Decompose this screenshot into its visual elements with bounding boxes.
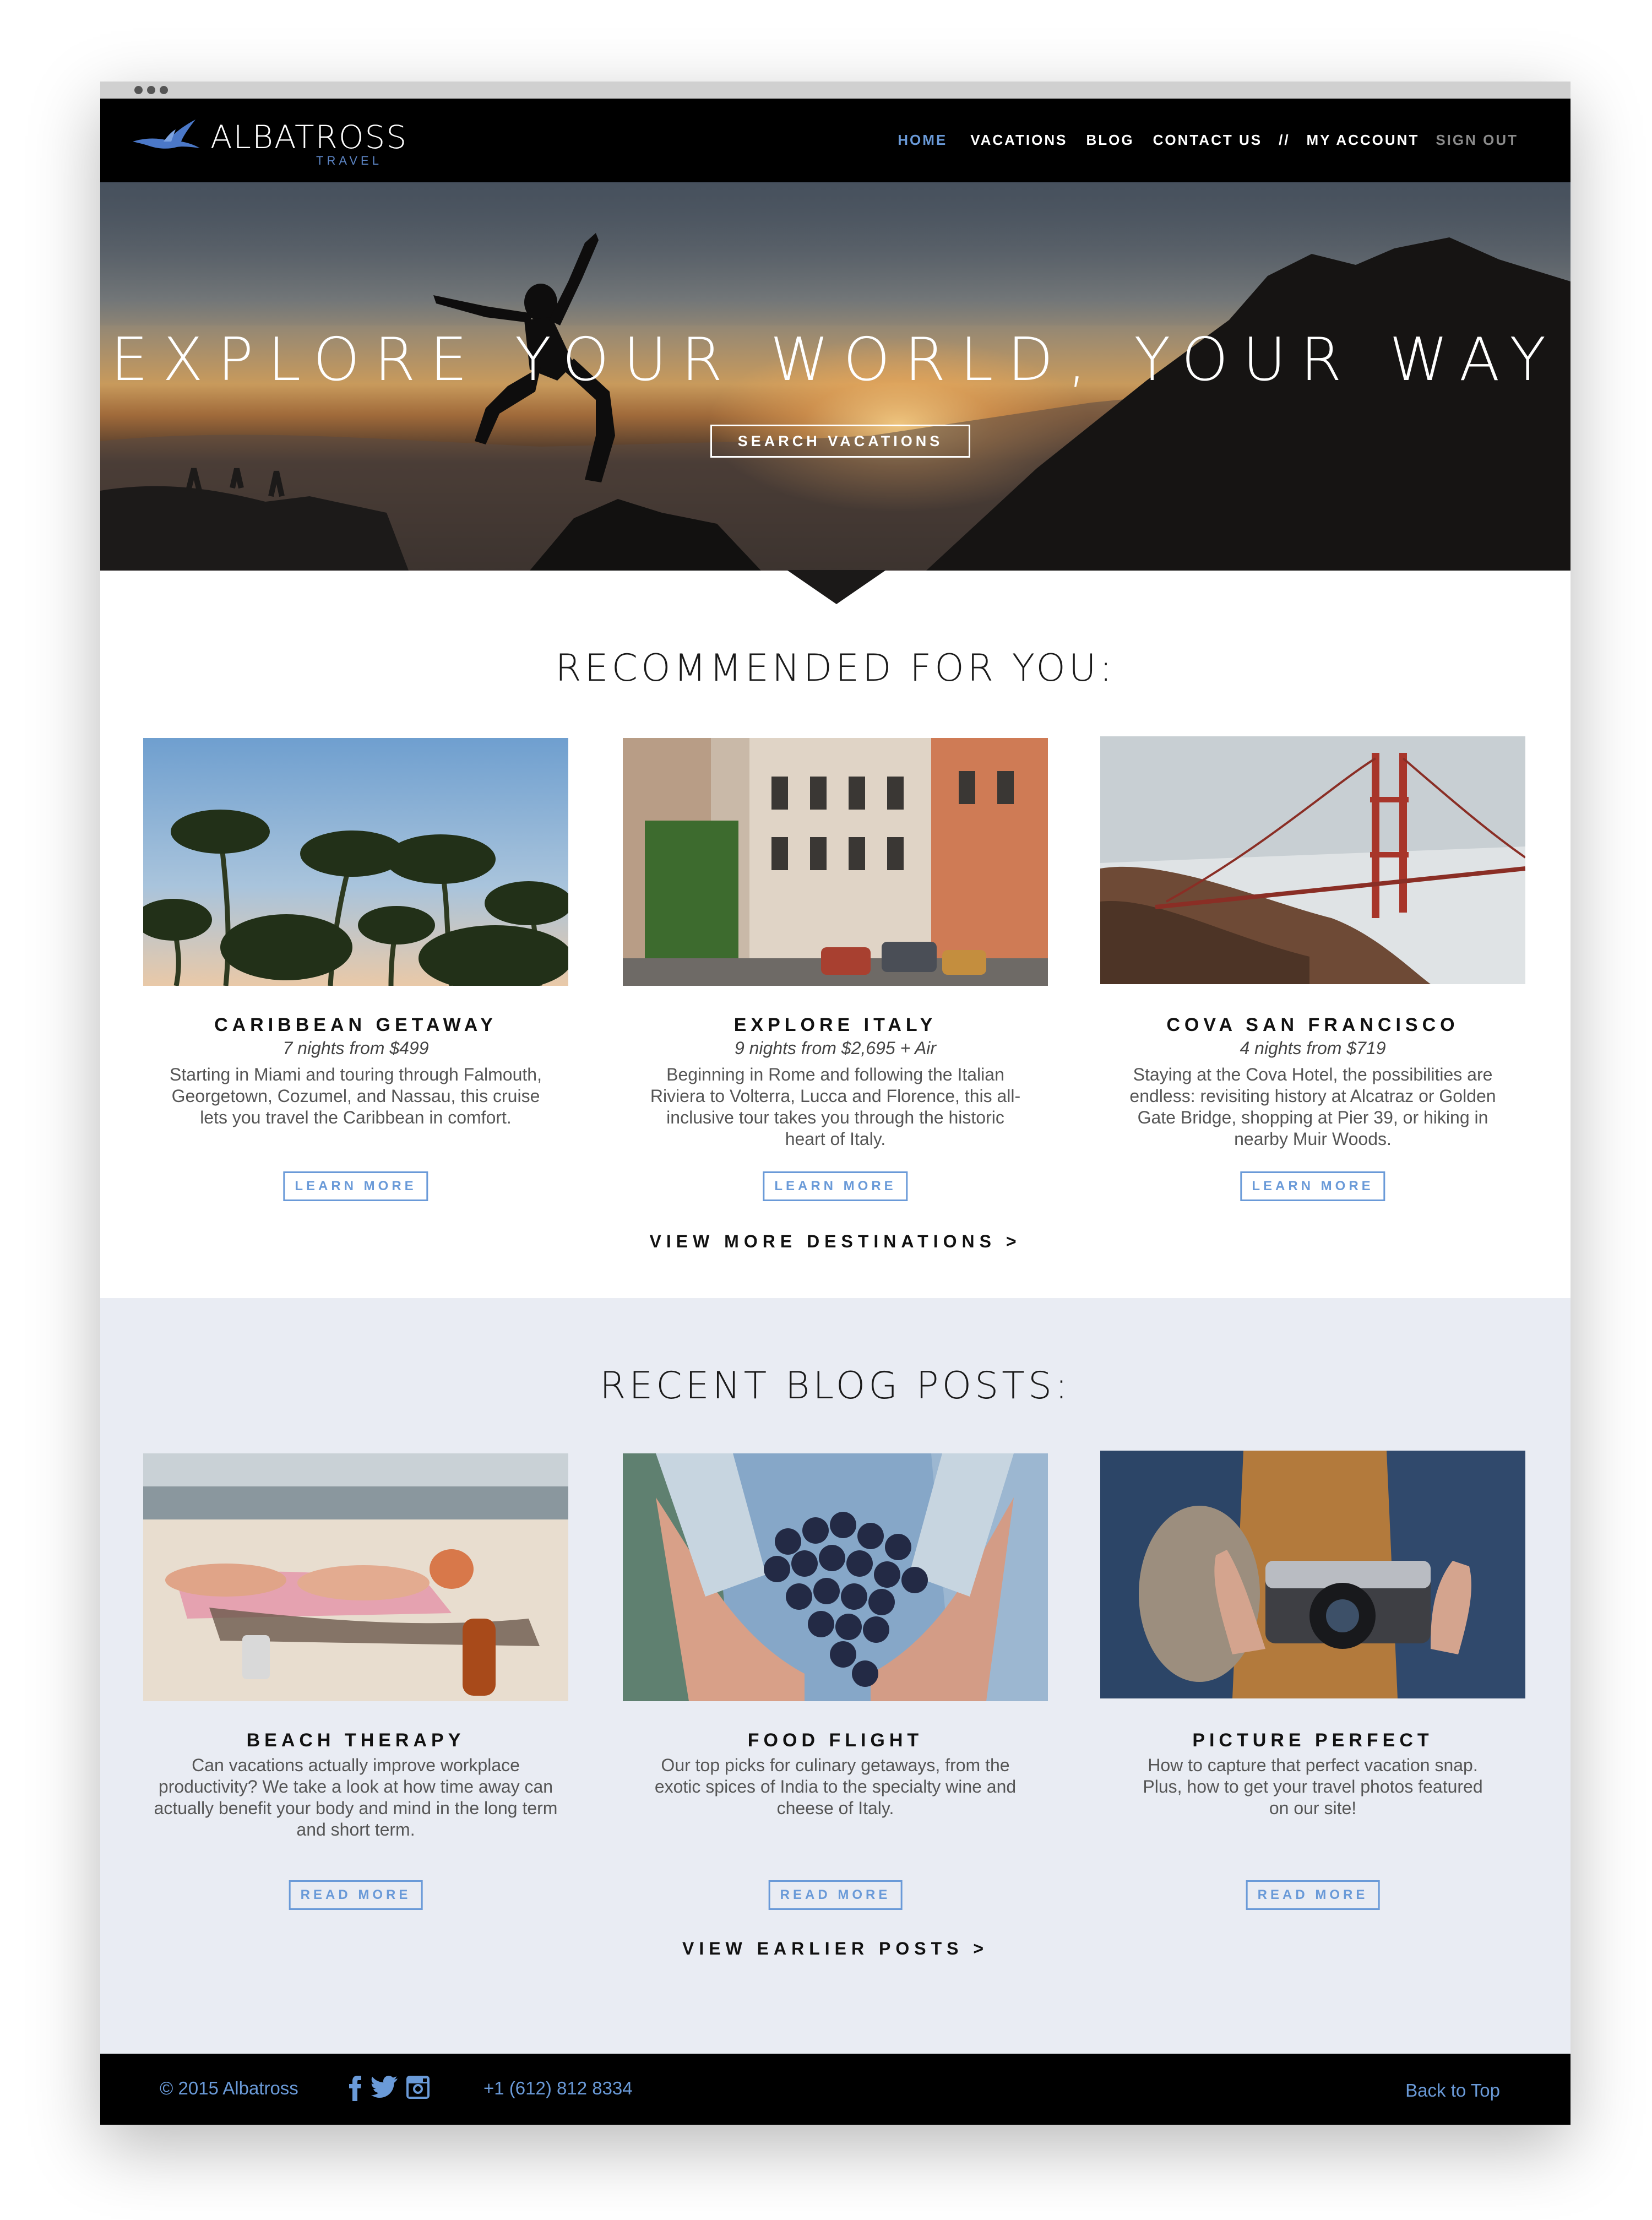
card-title: CARIBBEAN GETAWAY [214,1014,497,1035]
window-dot-icon[interactable] [160,86,168,94]
blog-post-excerpt: How to capture that perfect vacation sna… [1143,1755,1483,1818]
nav-home[interactable]: HOME [898,132,947,149]
blog-card-beach-therapy: BEACH THERAPY Can vacations actually imp… [143,1453,568,1910]
destination-card-italy: EXPLORE ITALY 9 nights from $2,695 + Air… [623,738,1048,1201]
nav-blog[interactable]: BLOG [1086,132,1134,149]
copyright-text: © 2015 Albatross [160,2078,298,2098]
blog-post-excerpt: Can vacations actually improve workplace… [154,1755,558,1839]
blog-post-title: PICTURE PERFECT [1192,1730,1433,1751]
nav-sign-out[interactable]: SIGN OUT [1436,132,1518,149]
card-title: COVA SAN FRANCISCO [1166,1014,1459,1035]
blog-card-food-flight: FOOD FLIGHT Our top picks for culinary g… [623,1453,1048,1910]
search-vacations-button[interactable]: SEARCH VACATIONS [710,425,970,458]
view-more-destinations-link[interactable]: VIEW MORE DESTINATIONS > [100,1231,1571,1252]
albatross-bird-icon[interactable] [131,113,202,165]
window-dot-icon[interactable] [147,86,155,94]
site-footer: © 2015 Albatross +1 (612) 812 8334 Back … [100,2054,1571,2125]
hero-banner: EXPLORE YOUR WORLD, YOUR WAY SEARCH VACA… [100,182,1571,571]
web-page: ALBATROSS TRAVEL HOME VACATIONS BLOG CON… [100,99,1571,2125]
camera-hands-image[interactable] [1100,1451,1525,1698]
nav-vacations[interactable]: VACATIONS [970,132,1067,149]
nav-separator: // [1279,132,1290,148]
card-price: 7 nights from $499 [282,1038,429,1058]
grapes-image[interactable] [623,1453,1048,1701]
instagram-icon[interactable] [406,2076,430,2104]
main-nav: HOME VACATIONS BLOG CONTACT US // MY ACC… [874,132,1518,149]
read-more-button[interactable]: READ MORE [768,1880,903,1910]
card-title: EXPLORE ITALY [733,1014,937,1035]
brand-name[interactable]: ALBATROSS [210,118,407,156]
blog-post-excerpt: Our top picks for culinary getaways, fro… [654,1755,1017,1818]
window-dot-icon[interactable] [134,86,143,94]
blog-post-title: BEACH THERAPY [246,1730,465,1751]
phone-number[interactable]: +1 (612) 812 8334 [483,2078,633,2099]
social-links [349,2076,430,2104]
destination-card-caribbean: CARIBBEAN GETAWAY 7 nights from $499 Sta… [143,738,568,1201]
card-price: 4 nights from $719 [1240,1038,1386,1058]
card-description: Staying at the Cova Hotel, the possibili… [1129,1065,1496,1149]
view-earlier-posts-link[interactable]: VIEW EARLIER POSTS > [100,1939,1571,1959]
learn-more-button[interactable]: LEARN MORE [763,1171,908,1201]
blog-card-picture-perfect: PICTURE PERFECT How to capture that perf… [1100,1451,1525,1910]
recommended-heading: RECOMMENDED FOR YOU: [555,647,1116,690]
back-to-top-link[interactable]: Back to Top [1405,2080,1500,2101]
italy-street-image[interactable] [623,738,1048,986]
read-more-button[interactable]: READ MORE [289,1880,423,1910]
blog-post-title: FOOD FLIGHT [747,1730,923,1751]
hero-pointer-notch [787,570,886,604]
hero-title: EXPLORE YOUR WORLD, YOUR WAY [110,325,1561,394]
beach-image[interactable] [143,1453,568,1701]
brand-subtitle: TRAVEL [316,154,382,167]
site-header: ALBATROSS TRAVEL HOME VACATIONS BLOG CON… [100,99,1571,182]
card-description: Starting in Miami and touring through Fa… [170,1065,542,1127]
blog-heading: RECENT BLOG POSTS: [600,1364,1071,1408]
palm-trees-image[interactable] [143,738,568,986]
read-more-button[interactable]: READ MORE [1246,1880,1380,1910]
learn-more-button[interactable]: LEARN MORE [283,1171,428,1201]
nav-contact-us[interactable]: CONTACT US [1153,132,1263,149]
golden-gate-image[interactable] [1100,736,1525,984]
destination-card-san-francisco: COVA SAN FRANCISCO 4 nights from $719 St… [1100,736,1525,1201]
card-price: 9 nights from $2,695 + Air [734,1038,937,1058]
nav-my-account[interactable]: MY ACCOUNT [1307,132,1420,149]
twitter-icon[interactable] [371,2076,398,2104]
facebook-icon[interactable] [349,2076,362,2104]
learn-more-button[interactable]: LEARN MORE [1240,1171,1385,1201]
card-description: Beginning in Rome and following the Ital… [650,1065,1021,1149]
browser-title-bar [100,82,1571,99]
